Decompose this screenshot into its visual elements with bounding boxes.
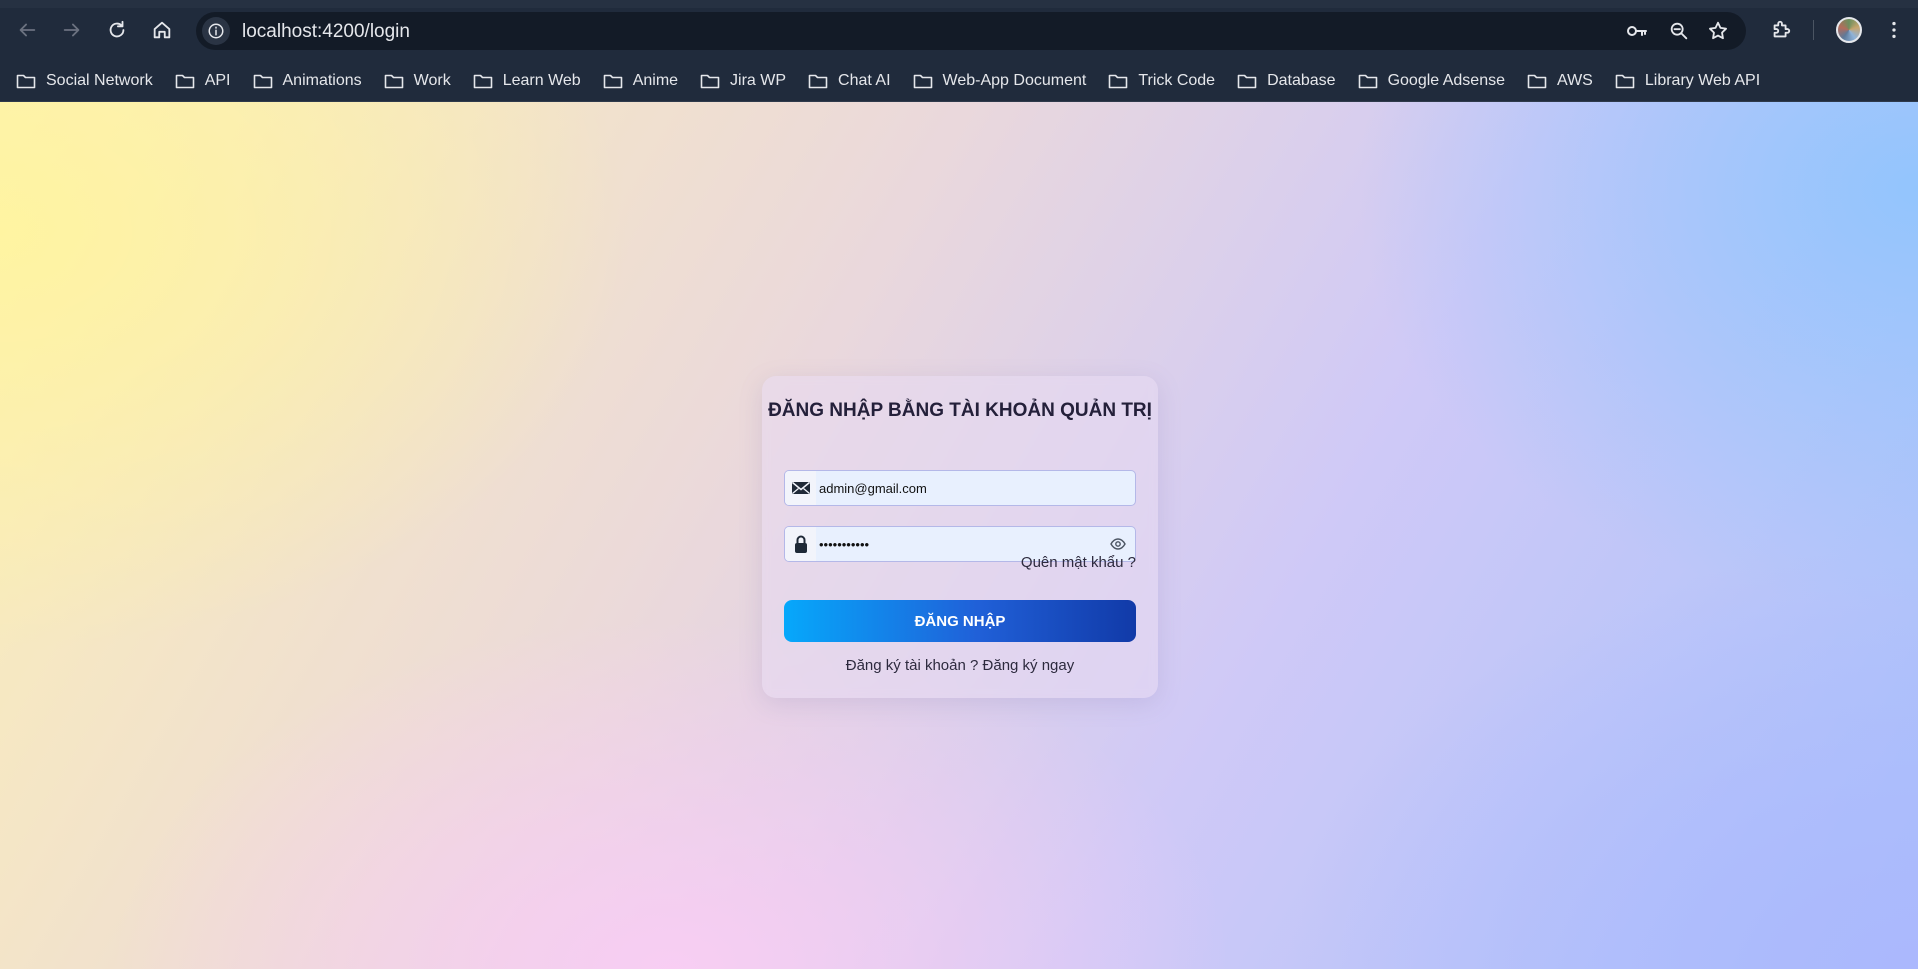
folder-icon (384, 74, 403, 88)
toolbar-separator (1813, 20, 1814, 40)
home-icon (153, 21, 171, 39)
key-icon (1627, 26, 1647, 36)
bookmark-label: Work (413, 71, 451, 89)
bookmark-label: Database (1267, 71, 1336, 89)
eye-icon (1110, 538, 1126, 550)
bookmark-item[interactable]: Web-App Document (913, 66, 1087, 96)
folder-icon (808, 74, 828, 88)
site-info-button[interactable] (202, 17, 230, 45)
folder-icon (700, 74, 720, 88)
url-text[interactable]: localhost:4200/login (242, 21, 410, 43)
tab-strip (0, 0, 1918, 8)
folder-icon (175, 74, 195, 88)
browser-toolbar: localhost:4200/login (0, 0, 1918, 60)
bookmark-item[interactable]: Jira WP (700, 66, 786, 96)
folder-icon (16, 74, 36, 88)
folder-icon (1615, 74, 1635, 88)
more-vertical-icon (1892, 21, 1896, 39)
folder-icon (913, 74, 932, 88)
envelope-icon (791, 481, 810, 494)
bookmark-label: Social Network (46, 71, 153, 89)
bookmark-label: Animations (282, 71, 362, 89)
bookmark-item[interactable]: Database (1237, 66, 1336, 96)
bookmark-item[interactable]: Google Adsense (1358, 66, 1505, 96)
login-title: ĐĂNG NHẬP BẰNG TÀI KHOẢN QUẢN TRỊ (768, 400, 1152, 421)
bookmark-label: Library Web API (1644, 71, 1761, 89)
login-button[interactable]: ĐĂNG NHẬP (784, 600, 1136, 642)
bookmark-label: API (204, 71, 231, 89)
bookmark-label: Trick Code (1138, 71, 1216, 89)
folder-icon (603, 74, 622, 88)
folder-icon (1109, 74, 1128, 88)
bookmark-item[interactable]: Animations (253, 66, 362, 96)
reload-button[interactable] (102, 15, 132, 45)
profile-avatar[interactable] (1836, 17, 1862, 43)
extensions-button[interactable] (1766, 15, 1796, 45)
bookmark-label: Web-App Document (942, 71, 1087, 89)
lock-icon (794, 535, 807, 553)
bookmark-label: Anime (632, 71, 679, 89)
star-icon (1709, 21, 1727, 40)
browser-menu-button[interactable] (1879, 15, 1909, 45)
bookmark-label: AWS (1557, 71, 1593, 89)
bookmark-item[interactable]: Anime (603, 66, 678, 96)
info-icon (208, 23, 224, 39)
bookmark-label: Learn Web (502, 71, 581, 89)
reload-icon (109, 20, 125, 38)
forgot-password-link[interactable]: Quên mật khẩu ? (1021, 554, 1136, 571)
bookmark-label: Chat AI (838, 71, 891, 89)
folder-icon (253, 74, 272, 88)
forward-button[interactable] (57, 15, 87, 45)
bookmark-item[interactable]: Library Web API (1615, 66, 1760, 96)
bookmark-item[interactable]: Learn Web (473, 66, 581, 96)
bookmark-item[interactable]: Trick Code (1108, 66, 1215, 96)
puzzle-icon (1773, 20, 1791, 38)
bookmark-item[interactable]: Work (384, 66, 451, 96)
zoom-button[interactable] (1666, 18, 1692, 44)
register-link[interactable]: Đăng ký ngay (983, 657, 1075, 674)
back-button[interactable] (12, 15, 42, 45)
arrow-left-icon (19, 23, 36, 37)
bookmark-item[interactable]: Social Network (16, 66, 153, 96)
login-card: ĐĂNG NHẬP BẰNG TÀI KHOẢN QUẢN TRỊ Quên m… (762, 376, 1158, 698)
folder-icon (1527, 74, 1547, 88)
register-line: Đăng ký tài khoản ? Đăng ký ngay (762, 657, 1158, 674)
email-input[interactable] (817, 471, 1097, 505)
bookmark-star-button[interactable] (1705, 18, 1731, 44)
arrow-right-icon (63, 23, 80, 37)
toggle-password-visibility[interactable] (1109, 536, 1127, 552)
bookmark-item[interactable]: API (175, 66, 231, 96)
bookmark-label: Google Adsense (1387, 71, 1505, 89)
register-prompt: Đăng ký tài khoản ? (845, 657, 979, 674)
bookmarks-bar: Social Network API Animations Work Learn Web… (0, 60, 1918, 102)
email-field[interactable] (784, 470, 1136, 506)
password-key-button[interactable] (1624, 18, 1650, 44)
folder-icon (1358, 74, 1377, 88)
zoom-out-icon (1670, 22, 1688, 40)
address-bar[interactable]: localhost:4200/login (196, 12, 1746, 50)
home-button[interactable] (147, 15, 177, 45)
bookmark-label: Jira WP (730, 71, 787, 89)
bookmark-item[interactable]: Chat AI (808, 66, 891, 96)
bookmark-item[interactable]: AWS (1527, 66, 1593, 96)
folder-icon (473, 74, 493, 88)
login-page: ĐĂNG NHẬP BẰNG TÀI KHOẢN QUẢN TRỊ Quên m… (0, 102, 1918, 969)
folder-icon (1237, 74, 1257, 88)
